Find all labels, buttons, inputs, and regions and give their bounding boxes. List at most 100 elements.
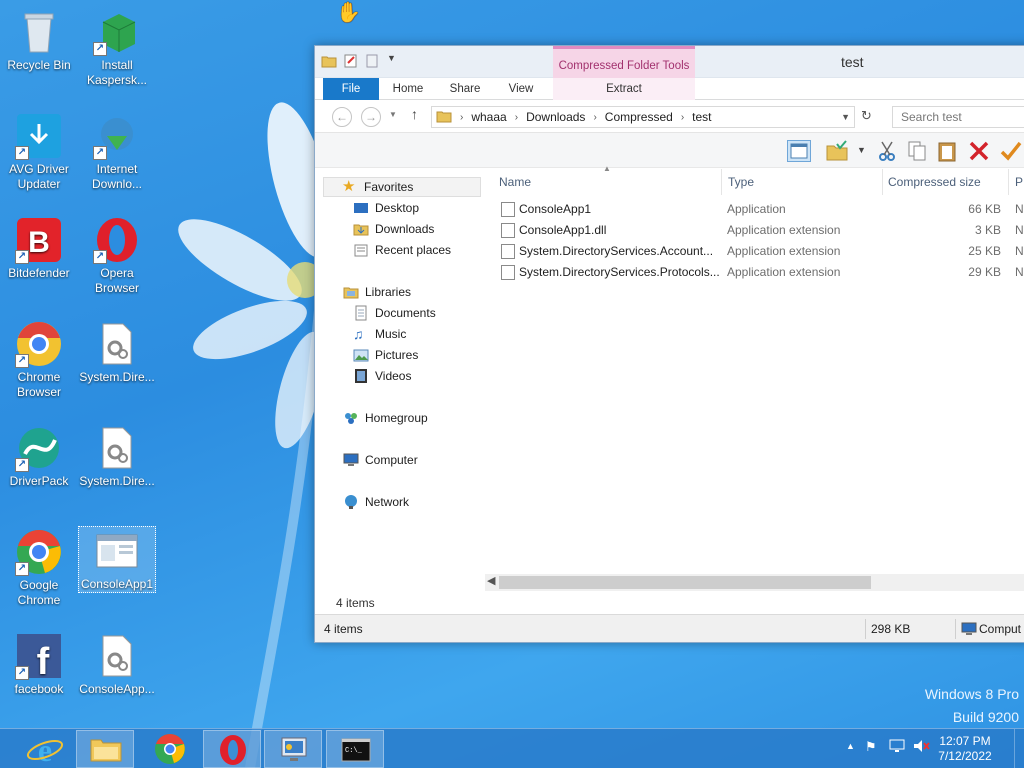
- taskbar-remote-desktop[interactable]: [264, 730, 322, 768]
- nav-label: Desktop: [375, 201, 420, 215]
- desktop-icon-driverpack[interactable]: ↗ DriverPack: [0, 424, 78, 489]
- column-header-name[interactable]: Name: [499, 169, 531, 195]
- tab-extract[interactable]: Extract: [553, 78, 695, 100]
- avg-driver-updater-icon: ↗: [15, 112, 63, 160]
- back-button[interactable]: ←: [332, 107, 352, 127]
- table-row[interactable]: System.DirectoryServices.Account... Appl…: [491, 241, 1024, 262]
- desktop-icon-internet-download-manager[interactable]: ↗ Internet Downlo...: [78, 112, 156, 192]
- desktop-icon-label: Bitdefender: [8, 266, 70, 280]
- desktop-icon-google-chrome[interactable]: ↗ Google Chrome: [0, 528, 78, 608]
- desktop-icon-install-kaspersky[interactable]: ↗ Install Kaspersk...: [78, 8, 156, 88]
- address-dropdown-icon[interactable]: ▼: [841, 112, 850, 122]
- videos-icon: [353, 368, 369, 384]
- show-desktop-button[interactable]: [1014, 729, 1024, 768]
- nav-libraries[interactable]: Libraries: [343, 282, 411, 302]
- column-header-p[interactable]: P: [1015, 169, 1023, 195]
- desktop-icon-avg-driver-updater[interactable]: ↗ AVG Driver Updater: [0, 112, 78, 192]
- clock[interactable]: 12:07 PM 7/12/2022: [930, 734, 1000, 764]
- nav-computer[interactable]: Computer: [343, 450, 418, 470]
- cut-icon[interactable]: [875, 140, 899, 162]
- checkmark-icon[interactable]: [999, 140, 1023, 162]
- desktop-icon-consoleapp1[interactable]: ConsoleApp1: [78, 526, 156, 593]
- nav-favorites[interactable]: ★ Favorites: [323, 177, 481, 197]
- horizontal-scrollbar[interactable]: ◀: [485, 574, 1024, 591]
- folder-icon: [436, 108, 452, 127]
- taskbar-opera[interactable]: [203, 730, 261, 768]
- forward-button[interactable]: →: [361, 107, 381, 127]
- column-divider[interactable]: [721, 169, 722, 195]
- recent-locations-icon[interactable]: ▼: [389, 110, 397, 119]
- nav-downloads[interactable]: Downloads: [353, 219, 434, 239]
- downloads-folder-icon: [353, 221, 369, 237]
- refresh-icon[interactable]: ↻: [861, 108, 872, 124]
- desktop-icon-opera-browser[interactable]: ↗ Opera Browser: [78, 216, 156, 296]
- nav-documents[interactable]: Documents: [353, 303, 436, 323]
- desktop-icon-label: System.Dire...: [79, 474, 155, 488]
- file-explorer-icon: [90, 739, 122, 762]
- customize-quick-access-icon[interactable]: ▼: [387, 53, 403, 69]
- nav-recent-places[interactable]: Recent places: [353, 240, 451, 260]
- nav-pictures[interactable]: Pictures: [353, 345, 418, 365]
- preview-pane-icon[interactable]: [787, 140, 811, 162]
- tab-file[interactable]: File: [323, 78, 379, 100]
- tab-home[interactable]: Home: [387, 78, 429, 100]
- delete-icon[interactable]: [967, 140, 991, 162]
- nav-music[interactable]: ♫ Music: [353, 324, 406, 344]
- tab-view[interactable]: View: [501, 78, 541, 100]
- address-bar[interactable]: › whaaa › Downloads › Compressed › test …: [431, 106, 855, 128]
- opera-icon: [220, 735, 246, 765]
- tab-share[interactable]: Share: [443, 78, 487, 100]
- show-hidden-icons-icon[interactable]: ▲: [846, 741, 855, 751]
- column-divider[interactable]: [882, 169, 883, 195]
- desktop-icon-system-dire-1[interactable]: System.Dire...: [78, 320, 156, 385]
- desktop-icon-bitdefender[interactable]: B ↗ Bitdefender: [0, 216, 78, 281]
- breadcrumb-separator-icon: ›: [460, 111, 464, 123]
- nav-desktop[interactable]: Desktop: [353, 198, 419, 218]
- breadcrumb-compressed[interactable]: Compressed: [605, 110, 673, 124]
- star-icon: ★: [342, 178, 356, 195]
- taskbar-google-chrome[interactable]: [141, 730, 199, 768]
- desktop-icon-chrome-browser[interactable]: ↗ Chrome Browser: [0, 320, 78, 400]
- desktop-icon-facebook[interactable]: f ↗ facebook: [0, 632, 78, 697]
- nav-homegroup[interactable]: Homegroup: [343, 408, 428, 428]
- column-header-type[interactable]: Type: [728, 169, 754, 195]
- table-row[interactable]: ConsoleApp1 Application 66 KB N: [491, 199, 1024, 220]
- desktop-icon-label: Internet Downlo...: [91, 162, 143, 191]
- computer-icon: [961, 621, 977, 640]
- file-p: N: [1015, 265, 1024, 279]
- taskbar-internet-explorer[interactable]: e: [16, 730, 74, 768]
- table-row[interactable]: ConsoleApp1.dll Application extension 3 …: [491, 220, 1024, 241]
- new-folder-icon[interactable]: [365, 53, 381, 69]
- up-arrow-icon[interactable]: ↑: [411, 106, 418, 122]
- desktop-icon-label: Google Chrome: [17, 578, 61, 607]
- breadcrumb-whaaa[interactable]: whaaa: [471, 110, 506, 124]
- table-row[interactable]: System.DirectoryServices.Protocols... Ap…: [491, 262, 1024, 283]
- scrollbar-thumb[interactable]: [499, 576, 871, 589]
- file-type: Application extension: [727, 223, 841, 237]
- copy-icon[interactable]: [905, 140, 929, 162]
- action-center-flag-icon[interactable]: ⚑: [865, 739, 877, 755]
- scroll-left-icon[interactable]: ◀: [487, 574, 495, 587]
- taskbar-command-prompt[interactable]: C:\_: [326, 730, 384, 768]
- nav-network[interactable]: Network: [343, 492, 409, 512]
- folder-options-icon[interactable]: [825, 140, 849, 162]
- volume-muted-icon[interactable]: [913, 738, 931, 757]
- taskbar-file-explorer[interactable]: [76, 730, 134, 768]
- paste-icon[interactable]: [935, 140, 959, 162]
- search-input[interactable]: Search test: [892, 106, 1024, 128]
- desktop-icon-system-dire-2[interactable]: System.Dire...: [78, 424, 156, 489]
- desktop-icon-recycle-bin[interactable]: Recycle Bin: [0, 8, 78, 73]
- column-header-compressed-size[interactable]: Compressed size: [888, 169, 981, 195]
- folder-options-dropdown-icon[interactable]: ▼: [857, 145, 866, 155]
- properties-icon[interactable]: [343, 53, 359, 69]
- file-p: N: [1015, 202, 1024, 216]
- column-divider[interactable]: [1008, 169, 1009, 195]
- sort-ascending-icon: ▲: [603, 164, 611, 173]
- nav-videos[interactable]: Videos: [353, 366, 411, 386]
- breadcrumb-downloads[interactable]: Downloads: [526, 110, 585, 124]
- breadcrumb-test[interactable]: test: [692, 110, 711, 124]
- computer-icon: [343, 452, 359, 468]
- desktop-icon-consoleapp-dll[interactable]: ConsoleApp...: [78, 632, 156, 697]
- network-tray-icon[interactable]: [889, 738, 905, 757]
- file-type: Application: [727, 202, 786, 216]
